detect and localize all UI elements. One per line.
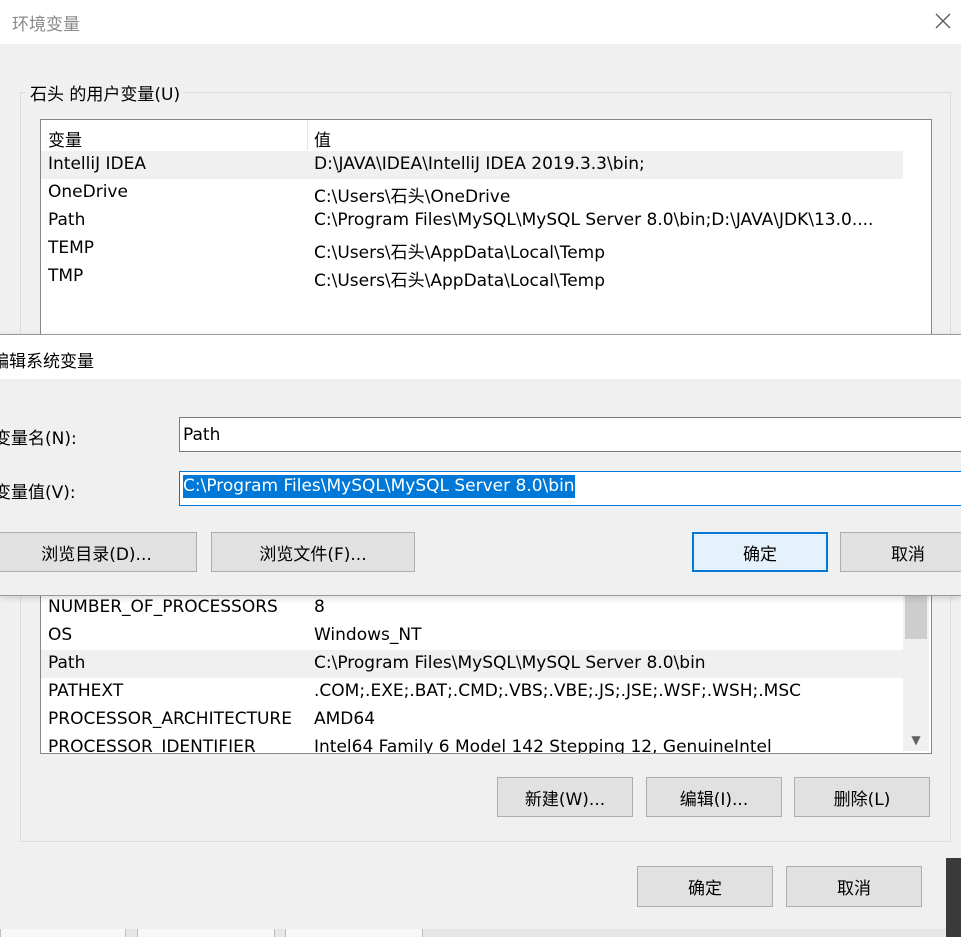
row-name: IntelliJ IDEA — [48, 154, 146, 174]
scrollbar-thumb[interactable] — [905, 593, 927, 639]
row-name: PATHEXT — [48, 681, 124, 701]
row-name: PROCESSOR_IDENTIFIER — [48, 737, 256, 754]
table-row[interactable]: PROCESSOR_IDENTIFIER Intel64 Family 6 Mo… — [41, 734, 903, 754]
edit-button[interactable]: 编辑(I)... — [646, 777, 782, 817]
table-row[interactable]: PATHEXT .COM;.EXE;.BAT;.CMD;.VBS;.VBE;.J… — [41, 678, 903, 706]
env-titlebar — [0, 0, 961, 44]
new-button[interactable]: 新建(W)... — [497, 777, 633, 817]
edit-dialog-title: 编辑系统变量 — [0, 352, 94, 372]
row-name: Path — [48, 653, 86, 673]
cancel-button[interactable]: 取消 — [840, 532, 961, 572]
table-row[interactable]: TMP C:\Users\石头\AppData\Local\Temp — [41, 263, 903, 291]
row-value: C:\Program Files\MySQL\MySQL Server 8.0\… — [314, 653, 706, 673]
row-value: C:\Users\石头\AppData\Local\Temp — [314, 271, 606, 291]
table-header: 变量 值 — [41, 120, 903, 151]
table-row[interactable]: OneDrive C:\Users\石头\OneDrive — [41, 179, 903, 207]
column-divider[interactable] — [307, 120, 308, 150]
table-row[interactable]: OS Windows_NT — [41, 622, 903, 650]
background-window-edge — [946, 858, 961, 937]
table-row[interactable]: Path C:\Program Files\MySQL\MySQL Server… — [41, 650, 903, 678]
user-variables-table[interactable]: 变量 值 IntelliJ IDEA D:\JAVA\IDEA\IntelliJ… — [40, 119, 932, 341]
cancel-button[interactable]: 取消 — [786, 866, 922, 907]
row-name: Path — [48, 210, 86, 230]
variable-value-input[interactable]: C:\Program Files\MySQL\MySQL Server 8.0\… — [179, 471, 961, 506]
row-name: TEMP — [48, 238, 95, 258]
row-name: OS — [48, 625, 73, 645]
table-row[interactable]: NUMBER_OF_PROCESSORS 8 — [41, 594, 903, 622]
row-name: OneDrive — [48, 182, 128, 202]
variable-value-label: 变量值(V): — [0, 483, 76, 503]
bottom-tab — [285, 929, 423, 937]
close-icon[interactable] — [932, 10, 954, 32]
browse-file-button[interactable]: 浏览文件(F)... — [211, 532, 415, 572]
row-name: TMP — [48, 266, 84, 286]
row-value: Windows_NT — [314, 625, 422, 645]
bottom-tab — [0, 929, 126, 937]
user-variables-label: 石头 的用户变量(U) — [26, 80, 185, 105]
variable-name-label: 变量名(N): — [0, 429, 77, 449]
ok-button[interactable]: 确定 — [692, 532, 828, 572]
chevron-down-icon[interactable]: ▼ — [905, 730, 927, 750]
column-header-value[interactable]: 值 — [314, 126, 331, 151]
browse-directory-button[interactable]: 浏览目录(D)... — [0, 532, 197, 572]
row-value: D:\JAVA\IDEA\IntelliJ IDEA 2019.3.3\bin; — [314, 154, 645, 174]
variable-name-input[interactable] — [179, 417, 961, 452]
bottom-tab — [137, 929, 275, 937]
table-row[interactable]: IntelliJ IDEA D:\JAVA\IDEA\IntelliJ IDEA… — [41, 151, 903, 179]
row-value: AMD64 — [314, 709, 376, 729]
row-value: C:\Users\石头\AppData\Local\Temp — [314, 243, 606, 263]
ok-button[interactable]: 确定 — [637, 866, 773, 907]
table-row[interactable]: Path C:\Program Files\MySQL\MySQL Server… — [41, 207, 903, 235]
row-name: PROCESSOR_ARCHITECTURE — [48, 709, 292, 729]
edit-titlebar — [0, 335, 961, 379]
row-value: 8 — [314, 597, 325, 617]
column-header-variable[interactable]: 变量 — [48, 126, 82, 151]
table-row[interactable]: TEMP C:\Users\石头\AppData\Local\Temp — [41, 235, 903, 263]
table-row[interactable]: PROCESSOR_ARCHITECTURE AMD64 — [41, 706, 903, 734]
selected-text: C:\Program Files\MySQL\MySQL Server 8.0\… — [183, 475, 575, 498]
edit-system-variable-dialog: 编辑系统变量 变量名(N): 变量值(V): C:\Program Files\… — [0, 334, 961, 596]
row-name: NUMBER_OF_PROCESSORS — [48, 597, 278, 617]
row-value: C:\Program Files\MySQL\MySQL Server 8.0\… — [314, 210, 874, 230]
row-value: Intel64 Family 6 Model 142 Stepping 12, … — [314, 737, 772, 754]
row-value: .COM;.EXE;.BAT;.CMD;.VBS;.VBE;.JS;.JSE;.… — [314, 681, 802, 701]
row-value: C:\Users\石头\OneDrive — [314, 187, 511, 207]
system-variables-table[interactable]: NUMBER_OF_PROCESSORS 8 OS Windows_NT Pat… — [40, 590, 932, 754]
env-dialog-title: 环境变量 — [12, 15, 80, 35]
delete-button[interactable]: 删除(L) — [794, 777, 930, 817]
